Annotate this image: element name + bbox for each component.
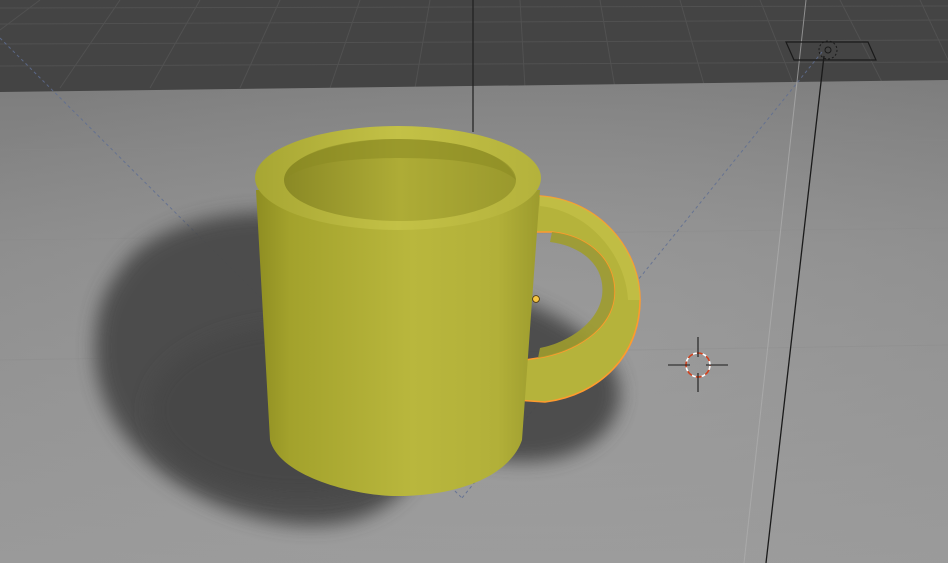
3d-viewport[interactable] — [0, 0, 948, 563]
object-origin-dot[interactable] — [532, 295, 540, 303]
mug-body-side[interactable] — [256, 190, 540, 497]
viewport-canvas[interactable] — [0, 0, 948, 563]
mug-body[interactable] — [255, 126, 541, 497]
